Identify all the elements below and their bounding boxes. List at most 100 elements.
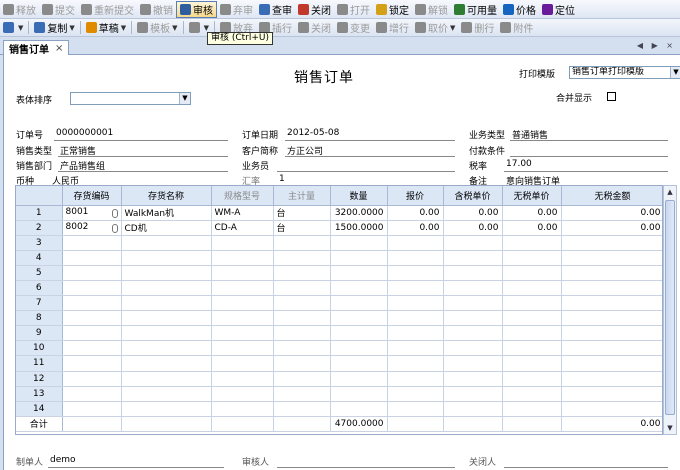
cell-amount[interactable] [561, 355, 662, 372]
audit-button[interactable]: 审核 [176, 0, 217, 18]
cell-amount[interactable] [561, 401, 662, 417]
cell-notax_price[interactable] [502, 250, 562, 266]
column-header[interactable] [16, 186, 63, 206]
tab-sales-order[interactable]: 销售订单 × [3, 40, 70, 56]
cell-code[interactable]: 8001 [62, 205, 122, 221]
cell-unit[interactable] [273, 401, 331, 417]
cell-amount[interactable] [561, 295, 662, 312]
dropdown-arrow-icon[interactable]: ▼ [172, 24, 177, 32]
cell-quote[interactable] [387, 386, 444, 402]
dropdown-arrow-icon[interactable]: ▼ [121, 24, 126, 32]
cell-code[interactable] [62, 265, 122, 281]
cell-name[interactable] [121, 280, 212, 297]
table-row[interactable]: 1 8001 WalkMan机 WM-A 台 3200.0000 0.00 0.00 0.00 0… [16, 205, 662, 221]
delete-row-button[interactable]: 删行 [458, 19, 497, 36]
cell-amount[interactable] [561, 250, 662, 266]
cell-unit[interactable] [273, 280, 331, 297]
cell-name[interactable] [121, 386, 212, 402]
cell-quote[interactable] [387, 265, 444, 281]
cell-quote[interactable] [387, 325, 444, 342]
template-button[interactable]: 模板 ▼ [134, 19, 180, 36]
cell-tax_price[interactable] [443, 235, 503, 251]
attachment-clip-icon[interactable] [111, 224, 118, 234]
copy-button[interactable]: 复制 ▼ [31, 19, 77, 36]
cell-notax_price[interactable] [502, 401, 562, 417]
get-price-button[interactable]: 取价 ▼ [412, 19, 458, 36]
resubmit-button[interactable]: 重新提交 [78, 1, 137, 18]
cell-qty[interactable] [330, 250, 388, 266]
change-button[interactable]: 变更 [334, 19, 373, 36]
cell-code[interactable] [62, 310, 122, 327]
cell-qty[interactable] [330, 235, 388, 251]
cell-name[interactable] [121, 295, 212, 312]
close-doc-button[interactable]: 关闭 [295, 1, 334, 18]
cell-tax_price[interactable] [443, 340, 503, 357]
scroll-thumb[interactable] [665, 200, 675, 415]
cell-spec[interactable] [211, 295, 274, 312]
order-date-field[interactable]: 2012-05-08 [287, 128, 339, 138]
cell-amount[interactable] [561, 265, 662, 281]
cell-qty[interactable]: 3200.0000 [330, 205, 388, 221]
cell-qty[interactable]: 1500.0000 [330, 220, 388, 236]
dropdown-arrow-icon[interactable]: ▼ [204, 24, 209, 32]
cell-notax_price[interactable] [502, 340, 562, 357]
cell-notax_price[interactable] [502, 265, 562, 281]
cell-qty[interactable] [330, 401, 388, 417]
cell-amount[interactable]: 0.00 [561, 220, 662, 236]
grid-vertical-scrollbar[interactable]: ▲ ▼ [663, 185, 677, 435]
undo-button[interactable]: 撤销 [137, 1, 176, 18]
merge-display-checkbox[interactable] [607, 92, 616, 101]
column-header[interactable]: 存货编码 [62, 186, 122, 206]
draft-button[interactable]: 草稿 ▼ [83, 19, 129, 36]
cell-name[interactable] [121, 265, 212, 281]
cell-tax_price[interactable] [443, 386, 503, 402]
chevron-down-icon[interactable]: ▼ [179, 93, 190, 104]
cell-notax_price[interactable] [502, 295, 562, 312]
cell-spec[interactable] [211, 265, 274, 281]
cell-notax_price[interactable] [502, 310, 562, 327]
cell-spec[interactable]: CD-A [211, 220, 274, 236]
cell-qty[interactable] [330, 340, 388, 357]
cell-unit[interactable] [273, 386, 331, 402]
column-header[interactable]: 存货名称 [121, 186, 212, 206]
release-button[interactable]: 释放 [0, 1, 39, 18]
cell-qty[interactable] [330, 280, 388, 297]
cell-amount[interactable] [561, 325, 662, 342]
cell-quote[interactable] [387, 280, 444, 297]
open-doc-button[interactable]: 打开 [334, 1, 373, 18]
cell-spec[interactable] [211, 250, 274, 266]
cell-spec[interactable] [211, 340, 274, 357]
cell-spec[interactable]: WM-A [211, 205, 274, 221]
cell-quote[interactable] [387, 310, 444, 327]
add-row-button[interactable]: 增行 [373, 19, 412, 36]
table-row[interactable]: 11 [16, 355, 662, 372]
unaudit-button[interactable]: 弃审 [217, 1, 256, 18]
column-header[interactable]: 无税金额 [561, 186, 662, 206]
cell-unit[interactable] [273, 310, 331, 327]
cell-tax_price[interactable]: 0.00 [443, 205, 503, 221]
unlock-button[interactable]: 解锁 [412, 1, 451, 18]
cell-code[interactable] [62, 355, 122, 372]
cell-amount[interactable] [561, 340, 662, 357]
available-qty-button[interactable]: 可用量 [451, 1, 500, 18]
cell-name[interactable]: CD机 [121, 220, 212, 236]
cell-name[interactable] [121, 355, 212, 372]
cell-quote[interactable]: 0.00 [387, 205, 444, 221]
cell-unit[interactable] [273, 265, 331, 281]
locate-button[interactable]: 定位 [539, 1, 578, 18]
price-button[interactable]: 价格 [500, 1, 539, 18]
cell-code[interactable] [62, 371, 122, 387]
submit-button[interactable]: 提交 [39, 1, 78, 18]
cell-tax_price[interactable] [443, 280, 503, 297]
dropdown-arrow-icon[interactable]: ▼ [69, 24, 74, 32]
cell-notax_price[interactable] [502, 235, 562, 251]
cell-name[interactable] [121, 340, 212, 357]
cell-spec[interactable] [211, 235, 274, 251]
cell-name[interactable] [121, 325, 212, 342]
exchange-field[interactable]: 1 [279, 174, 285, 184]
cell-code[interactable] [62, 280, 122, 297]
cell-qty[interactable] [330, 265, 388, 281]
cell-quote[interactable]: 0.00 [387, 220, 444, 236]
cell-name[interactable] [121, 310, 212, 327]
table-row[interactable]: 7 [16, 295, 662, 312]
